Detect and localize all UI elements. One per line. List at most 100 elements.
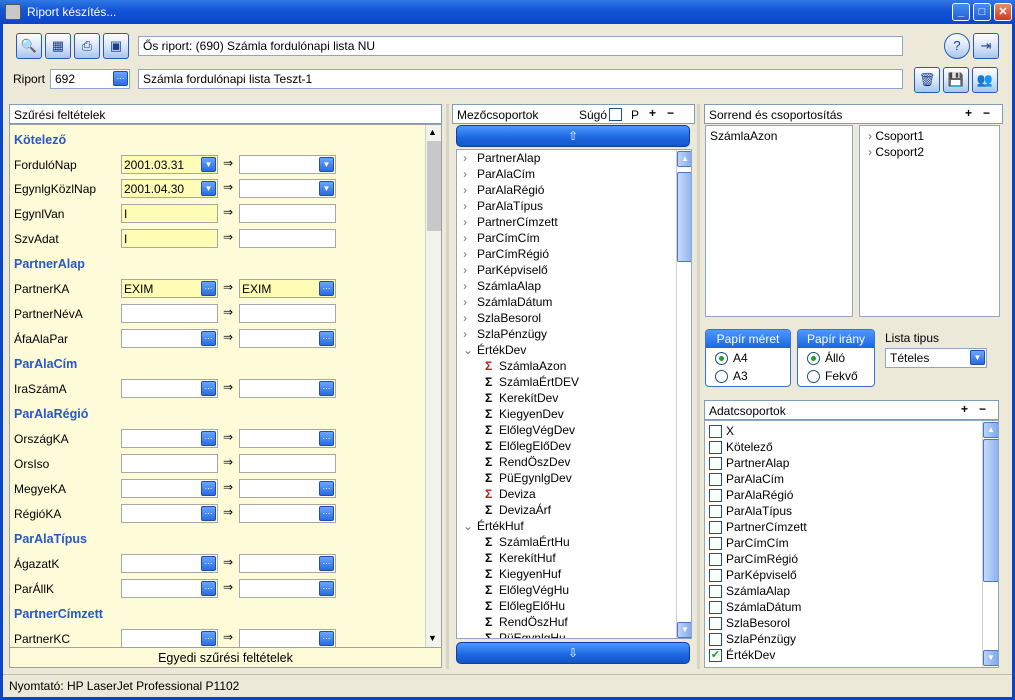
filter-from-afaalapar[interactable]: ⋯: [121, 329, 218, 348]
checkbox-icon[interactable]: [709, 473, 722, 487]
tree-item[interactable]: › SzlaPénzügy: [463, 327, 547, 341]
adat-scroll-thumb[interactable]: [983, 439, 998, 582]
filter-to-afaalapar[interactable]: ⋯: [239, 329, 336, 348]
csoport-item[interactable]: › Csoport2: [868, 145, 924, 159]
adat-item[interactable]: PartnerAlap: [709, 456, 789, 471]
filter-from-megyeka[interactable]: ⋯: [121, 479, 218, 498]
lookup-icon[interactable]: ⋯: [319, 331, 334, 346]
adat-item[interactable]: Kötelező: [709, 440, 773, 455]
preview-button[interactable]: 🔍: [16, 33, 42, 59]
radio-allo[interactable]: Álló: [807, 351, 845, 366]
checkbox-icon[interactable]: [709, 489, 722, 503]
adat-scroll-down-icon[interactable]: ▼: [983, 650, 998, 666]
checkbox-icon[interactable]: [709, 553, 722, 567]
exit-button[interactable]: ⇥: [973, 33, 999, 59]
sugo-checkbox[interactable]: [609, 108, 622, 121]
save-button[interactable]: 💾: [943, 67, 969, 93]
chevron-down-icon[interactable]: ▼: [201, 157, 216, 172]
radio-a4[interactable]: A4: [715, 351, 748, 366]
chevron-down-icon[interactable]: ▼: [319, 181, 334, 196]
filter-from-partnerkc[interactable]: ⋯: [121, 629, 218, 647]
sorrend-add-icon[interactable]: +: [965, 106, 972, 120]
checkbox-icon[interactable]: [709, 505, 722, 519]
tree-item[interactable]: › SzámlaDátum: [463, 295, 552, 309]
close-button[interactable]: ✕: [994, 3, 1012, 21]
splitter-right[interactable]: [697, 104, 700, 669]
lookup-icon[interactable]: ⋯: [201, 631, 216, 646]
checkbox-icon[interactable]: [709, 521, 722, 535]
move-up-button[interactable]: ⇧: [456, 125, 690, 147]
adat-add-icon[interactable]: +: [961, 402, 968, 416]
filter-to-egynlgkozlnap[interactable]: ▼: [239, 179, 336, 198]
lista-tipus-select[interactable]: Tételes ▼: [885, 348, 987, 368]
adat-item[interactable]: SzámlaAlap: [709, 584, 790, 599]
filter-from-egynlgkozlnap[interactable]: 2001.04.30 ▼: [121, 179, 218, 198]
adat-item[interactable]: X: [709, 424, 734, 439]
sorrend-item[interactable]: SzámlaAzon: [710, 129, 777, 143]
filter-to-partnerka[interactable]: EXIM ⋯: [239, 279, 336, 298]
tree-item[interactable]: › ParAlaCím: [463, 167, 535, 181]
tree-item[interactable]: Σ ElőlegElőDev: [485, 439, 571, 453]
tree-scroll-up-icon[interactable]: ▲: [677, 151, 691, 167]
filter-from-egynlvan[interactable]: I: [121, 204, 218, 223]
adat-item[interactable]: SzlaBesorol: [709, 616, 790, 631]
csoport-item[interactable]: › Csoport1: [868, 129, 924, 143]
tree-item[interactable]: ⌄ ÉrtékDev: [463, 343, 526, 357]
filter-to-regioka[interactable]: ⋯: [239, 504, 336, 523]
tree-item[interactable]: › ParAlaTípus: [463, 199, 543, 213]
adat-item[interactable]: ParAlaCím: [709, 472, 784, 487]
csoport-list[interactable]: › Csoport1 › Csoport2: [859, 125, 1000, 317]
lookup-icon[interactable]: ⋯: [201, 506, 216, 521]
lookup-icon[interactable]: ⋯: [201, 481, 216, 496]
tree-item[interactable]: Σ ElőlegVégDev: [485, 423, 575, 437]
tree-scroll-down-icon[interactable]: ▼: [677, 622, 691, 638]
checkbox-icon[interactable]: [709, 617, 722, 631]
users-button[interactable]: 👥: [972, 67, 998, 93]
tree-item[interactable]: › ParAlaRégió: [463, 183, 544, 197]
riport-id-input[interactable]: 692 ⋯: [50, 69, 130, 89]
adat-item[interactable]: SzámlaDátum: [709, 600, 801, 615]
tree-item[interactable]: Σ Deviza: [485, 487, 536, 501]
tree-item[interactable]: Σ KiegyenDev: [485, 407, 564, 421]
filter-scrollbar[interactable]: ▲ ▼: [425, 125, 441, 647]
filter-from-orsiso[interactable]: [121, 454, 218, 473]
adat-item[interactable]: ParAlaTípus: [709, 504, 792, 519]
chevron-down-icon[interactable]: ▼: [970, 350, 985, 365]
filter-scroll-thumb[interactable]: [427, 141, 441, 231]
tree-scroll-thumb[interactable]: [677, 172, 691, 262]
filter-from-fordulonap[interactable]: 2001.03.31 ▼: [121, 155, 218, 174]
tree-item[interactable]: Σ SzámlaAzon: [485, 359, 566, 373]
expand-all-icon[interactable]: +: [649, 106, 656, 120]
tree-item[interactable]: Σ RendÖszHuf: [485, 615, 568, 629]
checkbox-icon[interactable]: ✔: [709, 649, 722, 663]
adat-item[interactable]: SzlaPénzügy: [709, 632, 796, 647]
filter-to-orszagka[interactable]: ⋯: [239, 429, 336, 448]
chevron-down-icon[interactable]: ▼: [319, 157, 334, 172]
lookup-icon[interactable]: ⋯: [319, 381, 334, 396]
tree-item[interactable]: › PartnerAlap: [463, 151, 540, 165]
filter-to-partnerkc[interactable]: ⋯: [239, 629, 336, 647]
tree-item[interactable]: › PartnerCímzett: [463, 215, 558, 229]
tree-item[interactable]: Σ ElőlegElőHu: [485, 599, 565, 613]
radio-fekvo[interactable]: Fekvő: [807, 369, 858, 384]
filter-from-parallk[interactable]: ⋯: [121, 579, 218, 598]
tree-item[interactable]: Σ SzámlaÉrtHu: [485, 535, 570, 549]
filter-from-orszagka[interactable]: ⋯: [121, 429, 218, 448]
adat-item[interactable]: ParKépviselő: [709, 568, 797, 583]
filter-to-megyeka[interactable]: ⋯: [239, 479, 336, 498]
adat-scroll-up-icon[interactable]: ▲: [983, 422, 998, 438]
checkbox-icon[interactable]: [709, 633, 722, 647]
delete-button[interactable]: 🗑: [914, 67, 940, 93]
tree-item[interactable]: › SzámlaAlap: [463, 279, 541, 293]
riport-lookup-icon[interactable]: ⋯: [113, 71, 128, 86]
checkbox-icon[interactable]: [709, 537, 722, 551]
scroll-down-icon[interactable]: ▼: [428, 633, 437, 643]
sorrend-list[interactable]: SzámlaAzon: [705, 125, 853, 317]
filter-from-agazatk[interactable]: ⋯: [121, 554, 218, 573]
tree-item[interactable]: Σ DevizaÁrf: [485, 503, 551, 517]
lookup-icon[interactable]: ⋯: [319, 556, 334, 571]
lookup-icon[interactable]: ⋯: [319, 481, 334, 496]
tree-item[interactable]: › ParCímRégió: [463, 247, 549, 261]
tree-item[interactable]: Σ PüEgynlgDev: [485, 471, 572, 485]
filter-to-egynlvan[interactable]: [239, 204, 336, 223]
